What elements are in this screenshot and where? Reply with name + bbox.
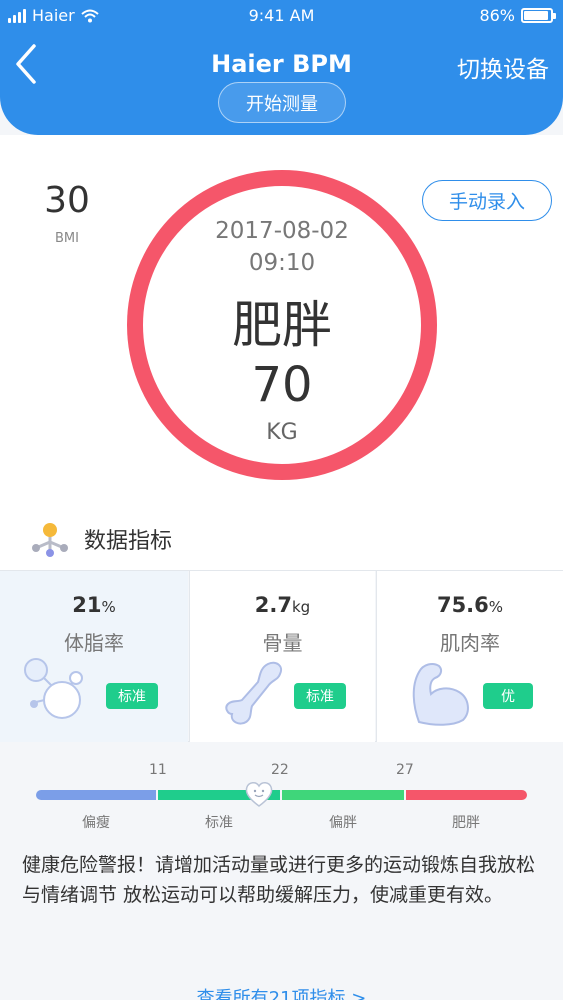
bmi-value: 30 — [44, 180, 90, 221]
metric-tag: 优 — [483, 683, 533, 709]
measure-date: 2017-08-02 — [215, 218, 349, 244]
scale-segment-underweight — [36, 790, 156, 800]
metric-label: 肌肉率 — [440, 631, 500, 655]
status-right: 86% — [479, 6, 556, 25]
weight-unit: KG — [266, 420, 298, 445]
metric-value: 21% — [72, 593, 116, 617]
fat-molecule-icon — [24, 658, 83, 719]
manual-entry-button[interactable]: 手动录入 — [422, 180, 552, 221]
network-nodes-icon — [32, 523, 68, 557]
weight-status: 肥胖 — [232, 296, 332, 354]
bmi-scale: 11 22 27 偏瘦 标准 偏胖 肥胖 — [0, 742, 563, 842]
switch-device-button[interactable]: 切换设备 — [457, 50, 549, 84]
heart-face-icon — [245, 782, 273, 807]
segment-label: 偏胖 — [329, 815, 357, 831]
metric-tag: 标准 — [294, 683, 346, 709]
scale-tick: 11 — [149, 762, 167, 778]
battery-percent: 86% — [479, 6, 515, 25]
screen: Haier 9:41 AM 86% Haier BPM 切换设备 开始测量 30… — [0, 0, 563, 1000]
status-bar: Haier 9:41 AM 86% — [0, 0, 563, 30]
scale-tick: 22 — [271, 762, 289, 778]
start-measure-button[interactable]: 开始测量 — [218, 82, 346, 123]
scale-tick: 27 — [396, 762, 414, 778]
section-header: 数据指标 — [0, 510, 563, 570]
segment-label: 肥胖 — [452, 815, 480, 831]
battery-fill — [524, 11, 549, 20]
scale-segment-obese — [406, 790, 527, 800]
weight-summary: 30 BMI 手动录入 2017-08-02 09:10 肥胖 70 KG — [0, 135, 563, 510]
see-all-metrics-link[interactable]: 查看所有21项指标 > — [0, 984, 563, 1000]
metric-label: 体脂率 — [64, 631, 124, 655]
bicep-icon — [412, 663, 469, 726]
metric-tag: 标准 — [106, 683, 158, 709]
metric-value: 75.6% — [436, 593, 504, 617]
metrics-grid: 21% 体脂率 标准 2.7kg 骨量 标准 75.6% 肌肉率 优 — [0, 570, 563, 742]
section-title: 数据指标 — [84, 529, 173, 554]
metric-card-body-fat[interactable]: 21% 体脂率 标准 — [0, 571, 188, 742]
metric-card-muscle-rate[interactable]: 75.6% 肌肉率 优 — [376, 571, 563, 742]
bmi-label: BMI — [55, 231, 79, 246]
segment-label: 标准 — [205, 815, 233, 831]
battery-icon — [521, 8, 556, 23]
health-advice: 健康危险警报！请增加活动量或进行更多的运动锻炼自我放松与情绪调节 放松运动可以帮… — [22, 854, 536, 906]
bone-icon — [225, 661, 282, 725]
metric-label: 骨量 — [262, 631, 303, 655]
metric-value: 2.7kg — [254, 593, 311, 617]
measure-time: 09:10 — [248, 250, 316, 276]
segment-label: 偏瘦 — [82, 815, 110, 831]
weight-value: 70 — [251, 357, 313, 413]
scale-segment-overweight — [282, 790, 404, 800]
header: Haier 9:41 AM 86% Haier BPM 切换设备 开始测量 — [0, 0, 563, 135]
metric-card-bone-mass[interactable]: 2.7kg 骨量 标准 — [189, 571, 375, 742]
